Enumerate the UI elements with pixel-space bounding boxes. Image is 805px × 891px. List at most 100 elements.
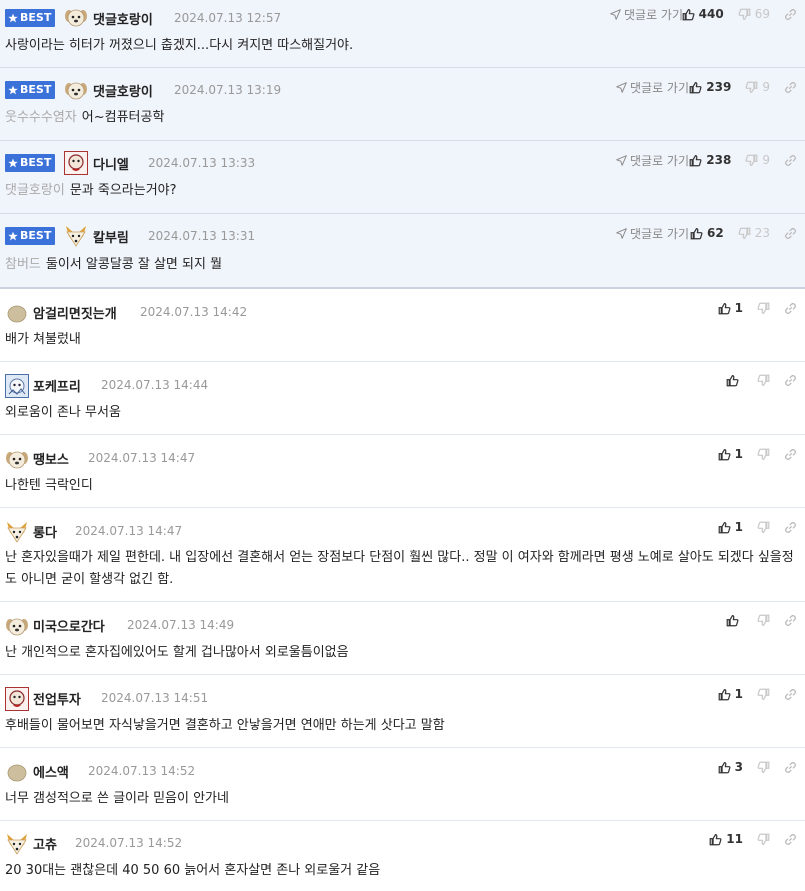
comment-actions: 62 23 — [690, 226, 797, 240]
dislike-button[interactable] — [757, 688, 770, 701]
comment-date: 2024.07.13 13:33 — [148, 156, 256, 170]
comment-author[interactable]: 다니엘 — [93, 154, 129, 173]
link-icon[interactable] — [784, 154, 797, 167]
comment-author[interactable]: 땡보스 — [33, 449, 69, 468]
comment-author[interactable]: 칼부림 — [93, 227, 129, 246]
comment-date: 2024.07.13 14:52 — [88, 764, 196, 778]
comment-body: 나한텐 극락인디 — [5, 475, 797, 497]
comment-actions: 1 — [718, 447, 797, 461]
comment-author[interactable]: 전업투자 — [33, 689, 81, 708]
dislike-button[interactable] — [757, 374, 770, 387]
comment-text: 20 30대는 괜찮은데 40 50 60 늙어서 혼자살면 존나 외로울거 같… — [5, 863, 381, 878]
puppy-avatar-icon[interactable] — [5, 614, 29, 638]
comment-text: 배가 쳐불렀내 — [5, 332, 81, 347]
mention-author[interactable]: 참버드 — [5, 257, 41, 272]
comment-date: 2024.07.13 14:49 — [127, 618, 235, 632]
comment-actions: 440 69 — [682, 7, 797, 21]
like-button[interactable]: 1 — [718, 301, 743, 315]
thumbs-up-icon — [689, 81, 702, 94]
comment-author[interactable]: 고츄 — [33, 834, 57, 853]
fox-avatar-icon[interactable] — [5, 832, 29, 856]
dislike-button[interactable] — [757, 448, 770, 461]
puppy-avatar-icon[interactable] — [5, 447, 29, 471]
comment: 암걸리면짓는개 2024.07.13 14:42 1 배가 쳐불렀내 — [0, 289, 805, 362]
like-button[interactable]: 11 — [709, 832, 743, 846]
star-icon — [8, 13, 18, 23]
dislike-button[interactable] — [757, 521, 770, 534]
fox-avatar-icon[interactable] — [5, 520, 29, 544]
comment-text: 나한텐 극락인디 — [5, 478, 93, 493]
comment-text: 어~컴퓨터공학 — [81, 110, 165, 125]
dislike-button[interactable]: 9 — [745, 153, 770, 167]
goto-comment-link[interactable]: 댓글로 가기 — [616, 152, 689, 169]
comment-date: 2024.07.13 14:42 — [140, 305, 248, 319]
comment-body: 난 개인적으로 혼자집에있어도 할게 겁나많아서 외로울틈이없음 — [5, 642, 797, 664]
comment-text: 문과 죽으라는거야? — [69, 183, 177, 198]
comment-author[interactable]: 댓글호랑이 — [93, 81, 153, 100]
comment-author[interactable]: 에스액 — [33, 762, 69, 781]
like-button[interactable]: 1 — [718, 687, 743, 701]
like-button[interactable]: 62 — [690, 226, 724, 240]
comment-body: 너무 갬성적으로 쓴 글이라 믿음이 안가네 — [5, 788, 797, 810]
comment-date: 2024.07.13 13:19 — [174, 83, 282, 97]
thumbs-down-icon — [757, 833, 770, 846]
like-button[interactable]: 1 — [718, 520, 743, 534]
comment-list: BEST 댓글호랑이 2024.07.13 12:57 댓글로 가기 440 6… — [0, 0, 805, 891]
mention-author[interactable]: 웃수수수염자 — [5, 110, 77, 125]
photo-avatar-icon[interactable] — [5, 687, 29, 711]
comment-author[interactable]: 롱다 — [33, 522, 57, 541]
puppy-avatar-icon[interactable] — [64, 5, 88, 29]
comment-author[interactable]: 미국으로간다 — [33, 616, 105, 635]
like-button[interactable] — [726, 614, 743, 627]
dislike-button[interactable] — [757, 302, 770, 315]
send-icon — [616, 155, 627, 166]
dislike-button[interactable]: 9 — [745, 80, 770, 94]
comment-author[interactable]: 암걸리면짓는개 — [33, 303, 117, 322]
photo-avatar-icon[interactable] — [5, 374, 29, 398]
link-icon[interactable] — [784, 448, 797, 461]
like-button[interactable]: 1 — [718, 447, 743, 461]
photo-avatar-icon[interactable] — [64, 151, 88, 175]
link-icon[interactable] — [784, 374, 797, 387]
comment-author[interactable]: 댓글호랑이 — [93, 9, 153, 28]
like-button[interactable]: 238 — [689, 153, 731, 167]
link-icon[interactable] — [784, 833, 797, 846]
comment-text: 둘이서 알콩달콩 잘 살면 되지 뭘 — [45, 257, 223, 272]
dislike-button[interactable] — [757, 833, 770, 846]
puppy-avatar-icon[interactable] — [64, 78, 88, 102]
comment-body: 외로움이 존나 무서움 — [5, 402, 797, 424]
comment-author[interactable]: 포케프리 — [33, 376, 81, 395]
link-icon[interactable] — [784, 81, 797, 94]
like-button[interactable] — [726, 374, 743, 387]
dislike-button[interactable] — [757, 614, 770, 627]
thumbs-down-icon — [757, 374, 770, 387]
goto-comment-link[interactable]: 댓글로 가기 — [616, 79, 689, 96]
dislike-button[interactable]: 23 — [738, 226, 770, 240]
best-comment: BEST 칼부림 2024.07.13 13:31 댓글로 가기 62 23 참… — [0, 214, 805, 289]
link-icon[interactable] — [784, 521, 797, 534]
link-icon[interactable] — [784, 614, 797, 627]
link-icon[interactable] — [784, 688, 797, 701]
dislike-button[interactable] — [757, 761, 770, 774]
like-button[interactable]: 440 — [682, 7, 724, 21]
dislike-button[interactable]: 69 — [738, 7, 770, 21]
thumbs-up-icon — [718, 302, 731, 315]
thumbs-down-icon — [745, 154, 758, 167]
like-button[interactable]: 239 — [689, 80, 731, 94]
blob-avatar-icon[interactable] — [5, 760, 29, 784]
goto-comment-link[interactable]: 댓글로 가기 — [610, 6, 683, 23]
link-icon[interactable] — [784, 8, 797, 21]
mention-author[interactable]: 댓글호랑이 — [5, 183, 65, 198]
blob-avatar-icon[interactable] — [5, 301, 29, 325]
link-icon[interactable] — [784, 761, 797, 774]
link-icon[interactable] — [784, 227, 797, 240]
fox-avatar-icon[interactable] — [64, 224, 88, 248]
comment-actions: 3 — [718, 760, 797, 774]
thumbs-up-icon — [709, 833, 722, 846]
link-icon[interactable] — [784, 302, 797, 315]
thumbs-down-icon — [757, 302, 770, 315]
like-button[interactable]: 3 — [718, 760, 743, 774]
thumbs-down-icon — [757, 521, 770, 534]
goto-comment-link[interactable]: 댓글로 가기 — [616, 225, 689, 242]
comment-actions — [726, 374, 797, 387]
